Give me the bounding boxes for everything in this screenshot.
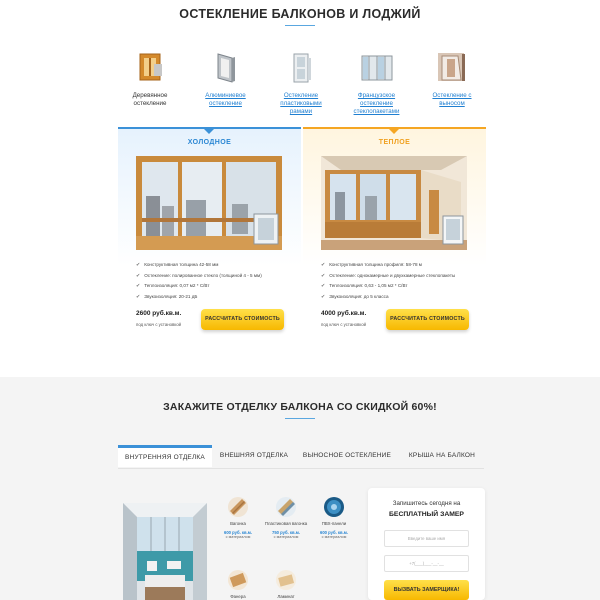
feature-item: ✔ Конструктивная толщина профиля: 58-78 м [321,260,481,271]
cold-glazing-card: ХОЛОДНОЕ ✔ Конструктивная толщина 42-58 … [118,127,301,357]
material-name: Пластиковая вагонка [264,521,308,526]
check-icon: ✔ [136,283,141,290]
material-lining[interactable]: Вагонка 600 руб. кв.м. с материалом [214,497,262,540]
call-measurer-button[interactable]: ВЫЗВАТЬ ЗАМЕРЩИКА! [384,580,469,600]
form-subtitle: Запишитесь сегодня на [392,500,461,507]
price: 2600 руб.кв.м. [136,310,182,317]
warm-glazing-card: ТЕПЛОЕ ✔ Конструктивная толщина профиля:… [303,127,486,357]
tab-interior[interactable]: ВНУТРЕННЯЯ ОТДЕЛКА [118,445,212,467]
wood-lining-icon [228,497,248,517]
tab-exterior[interactable]: ВНЕШНЯЯ ОТДЕЛКА [214,445,294,467]
price-note: под ключ с установкой [136,322,181,327]
feature-item: ✔ Конструктивная толщина 42-58 мм [136,260,296,271]
glazing-type-label: Французское остекление стеклопакетами [353,92,400,115]
calculate-price-button[interactable]: РАССЧИТАТЬ СТОИМОСТЬ [201,309,284,330]
glazing-type-french[interactable]: Французское остекление стеклопакетами [345,50,409,116]
material-name: Фанера [230,594,246,599]
card-pointer [389,129,399,134]
feature-item: ✔ Остекление: полированное стекло (толщин… [136,271,296,282]
glazing-type-aluminum[interactable]: Алюминиевое остекление [194,50,258,116]
tab-balcony-roof[interactable]: КРЫША НА БАЛКОН [400,445,484,467]
feature-item: ✔ Теплоизоляция: 0,07 м2 * С/Вт [136,281,296,292]
check-icon: ✔ [321,294,326,301]
price: 4000 руб.кв.м. [321,310,367,317]
finish-tabs: ВНУТРЕННЯЯ ОТДЕЛКА ВНЕШНЯЯ ОТДЕЛКА ВЫНОС… [118,445,484,467]
title-underline [285,25,315,26]
plastic-lining-icon [276,497,296,517]
glazing-type-label: Остекление с выносом [432,92,472,107]
material-note: с материалом [225,535,251,539]
check-icon: ✔ [136,262,141,268]
glazing-cards: ХОЛОДНОЕ ✔ Конструктивная толщина 42-58 … [118,127,486,357]
form-title: БЕСПЛАТНЫЙ ЗАМЕР [389,511,464,518]
section-title: ОСТЕКЛЕНИЕ БАЛКОНОВ И ЛОДЖИЙ [179,7,421,21]
feature-item: ✔ Остекление: однокамерные и двухкамерные… [321,271,481,282]
plastic-window-icon [283,50,319,86]
glazing-type-label: Алюминиевое остекление [205,92,246,107]
extended-window-icon [434,50,470,86]
check-icon: ✔ [321,272,326,279]
card-pointer [204,129,214,134]
page: ОСТЕКЛЕНИЕ БАЛКОНОВ И ЛОДЖИЙ Деревянное … [0,0,600,600]
tab-divider [118,468,484,469]
feature-item: ✔ Звукоизоляция: 20-21 дБ [136,292,296,303]
material-plastic-lining[interactable]: Пластиковая вагонка 750 руб. кв.м. с мат… [262,497,310,540]
promo-title: ЗАКАЖИТЕ ОТДЕЛКУ БАЛКОНА СО СКИДКОЙ 60%! [163,401,437,413]
material-laminate[interactable]: Ламинат [262,570,310,600]
feature-list: ✔ Конструктивная толщина профиля: 58-78 м… [321,260,481,303]
aluminum-window-icon [208,50,244,86]
check-icon: ✔ [321,283,326,290]
card-title: ТЕПЛОЕ [378,139,411,146]
material-name: Ламинат [277,594,295,599]
feature-item: ✔ Теплоизоляция: 0,63 - 1,05 м2 * С/Вт [321,281,481,292]
price-note: под ключ с установкой [321,322,366,327]
phone-input[interactable]: +7(___)___-__-__ [384,555,469,572]
pvc-panel-icon [324,497,344,517]
check-icon: ✔ [136,294,141,301]
laminate-icon [276,570,296,590]
cold-balcony-photo [136,156,282,250]
promo-title-underline [285,418,315,419]
glazing-type-wooden[interactable]: Деревянное остекление [118,50,182,116]
material-name: ПВХ-панели [321,521,347,526]
check-icon: ✔ [321,262,326,268]
glazing-type-extended[interactable]: Остекление с выносом [420,50,484,116]
name-input[interactable]: Введите ваше имя [384,530,469,547]
material-note: с материалом [273,535,299,539]
glazing-types-list: Деревянное остекление Алюминиевое остекл… [118,50,484,116]
free-measurement-form: Запишитесь сегодня на БЕСПЛАТНЫЙ ЗАМЕР В… [368,488,485,600]
glazing-type-plastic[interactable]: Остекление пластиковыми рамами [269,50,333,116]
glazing-type-label: Остекление пластиковыми рамами [280,92,322,115]
material-pvc-panels[interactable]: ПВХ-панели 600 руб. кв.м. с материалом [310,497,358,540]
material-name: Вагонка [230,521,246,526]
glazing-type-label: Деревянное остекление [132,92,168,107]
check-icon: ✔ [136,272,141,279]
material-plywood[interactable]: Фанера [214,570,262,600]
interior-balcony-photo [123,503,207,600]
french-window-icon [359,50,395,86]
wooden-window-icon [132,50,168,86]
card-title: ХОЛОДНОЕ [187,139,232,146]
plywood-icon [228,570,248,590]
warm-balcony-photo [321,156,467,250]
calculate-price-button[interactable]: РАССЧИТАТЬ СТОИМОСТЬ [386,309,469,330]
feature-list: ✔ Конструктивная толщина 42-58 мм ✔ Остекл… [136,260,296,303]
feature-item: ✔ Звукоизоляция: до 5 класса [321,292,481,303]
material-note: с материалом [321,535,347,539]
tab-extended-glazing[interactable]: ВЫНОСНОЕ ОСТЕКЛЕНИЕ [298,445,396,467]
